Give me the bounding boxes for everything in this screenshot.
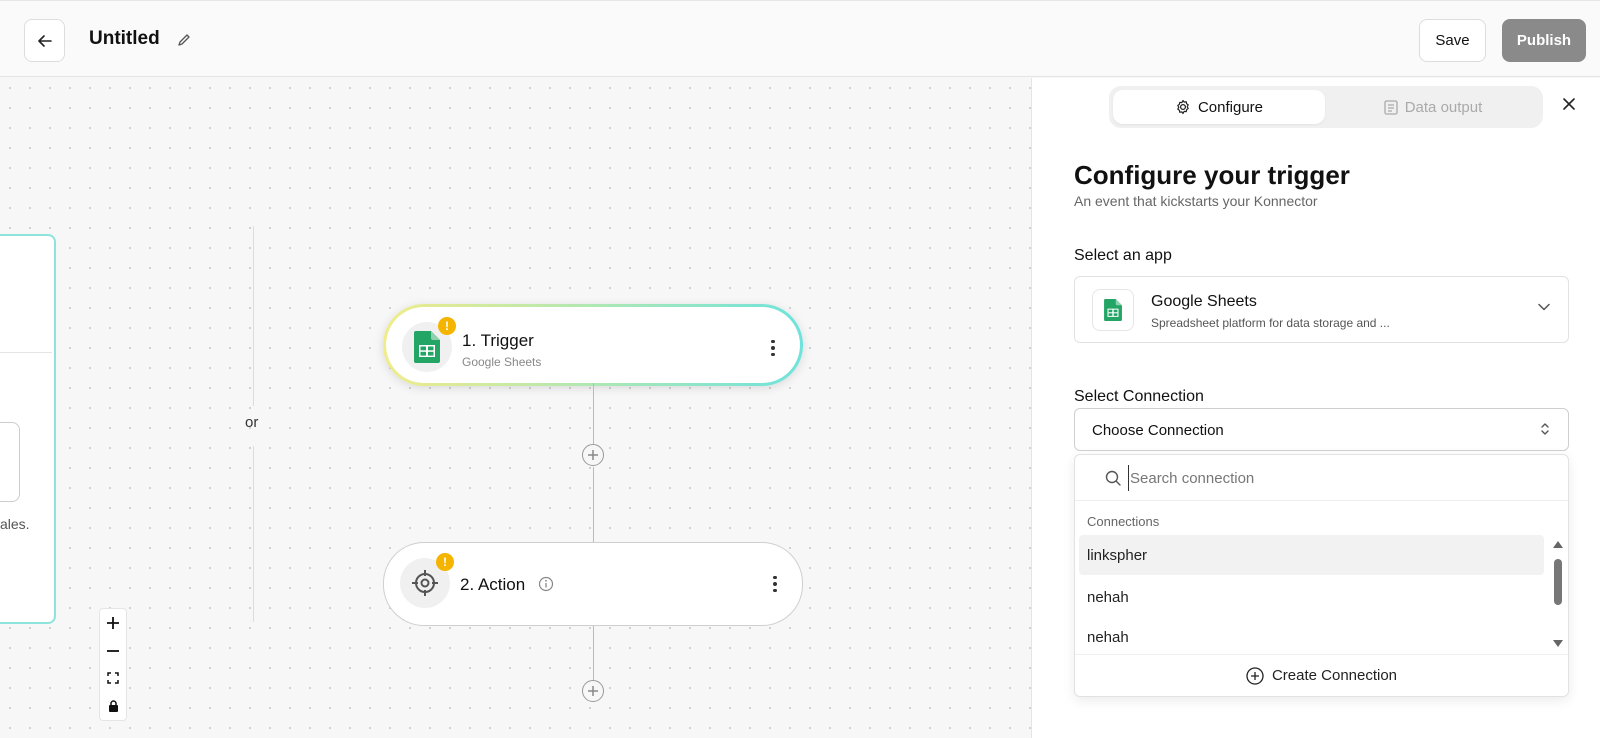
publish-button[interactable]: Publish [1502,19,1586,62]
pencil-icon[interactable] [176,32,192,48]
zoom-controls [99,608,127,721]
action-node[interactable]: ! 2. Action [383,542,803,626]
document-icon [1384,99,1398,115]
gear-icon [1177,99,1189,115]
zoom-in-icon[interactable] [100,609,126,637]
connection-select-value: Choose Connection [1092,422,1224,439]
app-description: Spreadsheet platform for data storage an… [1151,316,1390,330]
dropdown-scrollbar[interactable] [1552,541,1564,647]
top-bar: Untitled Save Publish [0,0,1600,77]
google-sheets-icon [1092,289,1134,331]
zoom-out-icon[interactable] [100,637,126,665]
add-step-plus-icon[interactable] [582,680,604,702]
scroll-thumb[interactable] [1554,559,1562,605]
partial-textarea[interactable] [0,422,20,502]
partial-node-card[interactable]: ales. [0,234,56,624]
create-connection-button[interactable]: Create Connection [1075,654,1568,696]
warning-badge: ! [436,553,454,571]
action-title: 2. Action [460,575,526,594]
app-name: Google Sheets [1151,293,1257,310]
connector-line [593,467,594,542]
tab-data-output-label: Data output [1404,98,1483,116]
trigger-node[interactable]: ! 1. Trigger Google Sheets [383,304,803,386]
plus-circle-icon [1246,666,1264,685]
or-label: or [245,414,259,431]
add-step-plus-icon[interactable] [582,444,604,466]
scroll-up-arrow-icon[interactable] [1553,541,1563,548]
search-icon [1105,470,1121,486]
trigger-subtitle: Google Sheets [462,355,542,369]
connection-select[interactable]: Choose Connection [1074,408,1569,451]
scroll-down-arrow-icon[interactable] [1553,640,1563,647]
back-button[interactable] [24,19,65,62]
or-divider-top [253,226,254,406]
connector-line [593,383,594,445]
warning-badge: ! [438,317,456,335]
tab-configure[interactable]: Configure [1113,90,1325,124]
search-row [1075,455,1568,501]
chevron-down-icon [1538,303,1550,311]
fit-view-icon[interactable] [100,665,126,693]
tab-configure-label: Configure [1197,98,1264,116]
kebab-menu-icon[interactable] [768,333,778,363]
lock-icon[interactable] [100,692,126,720]
connections-group-label: Connections [1087,514,1160,529]
workflow-canvas[interactable]: ales. or ! 1. Trigger Google Sheets ! 2.… [0,78,1031,738]
app-select[interactable]: Google Sheets Spreadsheet platform for d… [1074,276,1569,343]
partial-card-text: ales. [0,516,30,532]
save-button[interactable]: Save [1419,19,1486,62]
trigger-title: 1. Trigger [462,331,534,350]
connector-line [593,626,594,680]
select-app-label: Select an app [1074,247,1172,264]
card-divider [0,352,52,353]
tab-data-output[interactable]: Data output [1327,90,1539,124]
close-icon[interactable] [1562,97,1576,111]
select-connection-label: Select Connection [1074,388,1204,405]
konnector-title: Untitled [89,28,160,49]
connection-option[interactable]: nehah [1079,577,1544,617]
panel-tabs: Configure Data output [1109,86,1543,128]
chevron-up-down-icon [1541,423,1549,435]
or-divider-bottom [253,446,254,622]
panel-subheading: An event that kickstarts your Konnector [1074,193,1318,209]
search-connection-input[interactable] [1128,465,1528,491]
connection-option[interactable]: nehah [1079,618,1544,656]
create-connection-label: Create Connection [1271,667,1398,684]
arrow-left-icon [37,34,52,47]
configure-panel: Configure Data output Configure your tri… [1031,78,1600,738]
connection-dropdown: Connections linkspher nehah nehah Create… [1074,454,1569,697]
connection-option[interactable]: linkspher [1079,535,1544,575]
info-icon[interactable] [538,576,554,592]
panel-heading: Configure your trigger [1074,160,1350,190]
kebab-menu-icon[interactable] [770,569,780,599]
